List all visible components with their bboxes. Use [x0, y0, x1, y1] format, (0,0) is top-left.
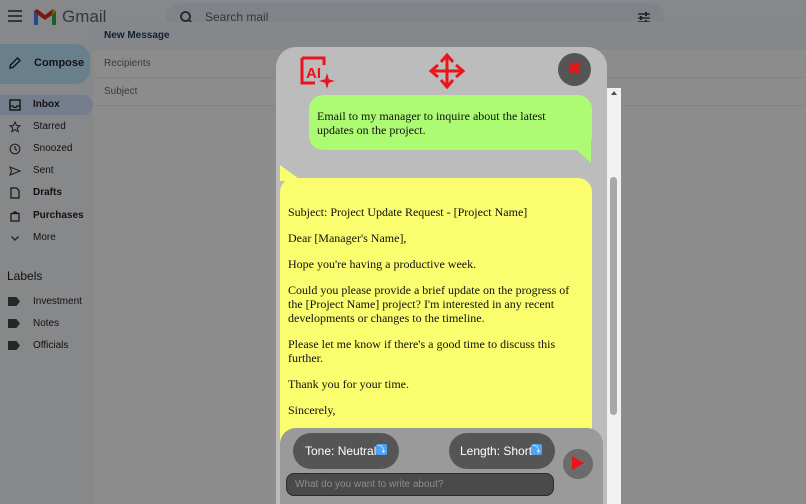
prompt-input[interactable] [286, 473, 554, 496]
length-selector-button[interactable]: Length: Short ⤵ [449, 433, 555, 469]
response-paragraph: Could you please provide a brief update … [288, 283, 570, 325]
ai-logo-icon: AI [300, 56, 335, 89]
response-paragraph: Subject: Project Update Request - [Proje… [288, 205, 528, 219]
ai-response-text: Subject: Project Update Request - [Proje… [288, 205, 584, 429]
move-drag-icon[interactable] [429, 53, 465, 89]
tone-label: Tone: Neutral [305, 444, 377, 458]
tone-selector-button[interactable]: Tone: Neutral ⤵ [293, 433, 399, 469]
response-paragraph: Sincerely, [288, 403, 336, 417]
length-label: Length: Short [460, 444, 533, 458]
send-arrow-icon [572, 456, 584, 470]
response-paragraph: Dear [Manager's Name], [288, 231, 407, 245]
send-button[interactable] [563, 449, 593, 479]
length-switch-icon: ⤵ [531, 444, 542, 455]
assistant-controls-panel: Tone: Neutral ⤵ Length: Short ⤵ [280, 428, 603, 504]
tone-switch-icon: ⤵ [376, 444, 387, 455]
close-icon: ✖ [567, 59, 582, 78]
response-paragraph: Hope you're having a productive week. [288, 257, 477, 271]
user-message-text: Email to my manager to inquire about the… [317, 109, 546, 137]
svg-text:AI: AI [306, 65, 321, 82]
ai-assistant-popup: AI ✖ Email to my manager to inquire abou… [276, 47, 621, 504]
chat-scrollbar-thumb[interactable] [610, 177, 617, 415]
scroll-up-arrow-icon[interactable] [611, 91, 617, 95]
close-button[interactable]: ✖ [558, 53, 591, 86]
response-paragraph: Please let me know if there's a good tim… [288, 337, 556, 365]
response-paragraph: Thank you for your time. [288, 377, 409, 391]
